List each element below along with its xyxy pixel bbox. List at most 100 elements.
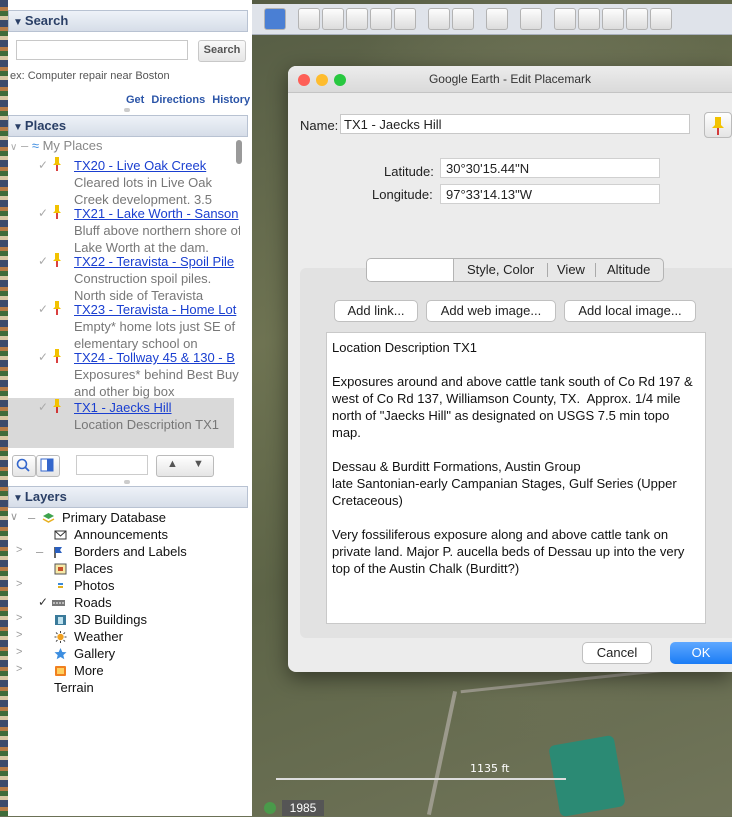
expand-triangle-icon[interactable]: > [16,544,22,556]
building-icon [55,615,66,625]
placemark-icon-button[interactable] [704,112,732,138]
move-up-down-buttons[interactable]: ▲ ▼ [156,455,214,477]
description-paragraph: Dessau & Burditt Formations, Austin Grou… [332,459,677,508]
placemark-title[interactable]: TX24 - Tollway 45 & 130 - B [74,350,235,365]
placemark-description: Construction spoil piles. North side of … [74,271,212,303]
tab-description[interactable] [367,259,454,281]
add-placemark-icon[interactable] [298,8,320,30]
latitude-field[interactable]: 30°30'15.44"N [440,158,660,178]
panel-resize-handle[interactable] [124,480,130,484]
tab-separator [595,263,596,277]
checkbox[interactable]: ✓ [38,158,48,172]
add-link-button[interactable]: Add link... [334,300,418,322]
placemark-title[interactable]: TX1 - Jaecks Hill [74,400,172,415]
panel-resize-handle[interactable] [124,108,130,112]
folder-icon: ≈ [31,138,39,153]
tab-altitude[interactable]: Altitude [607,262,650,277]
add-web-image-button[interactable]: Add web image... [426,300,556,322]
sidebar-toggle-icon[interactable] [264,8,286,30]
expand-triangle-icon[interactable]: > [16,646,22,658]
checkbox[interactable]: ✓ [38,400,48,414]
get-directions-link[interactable]: Get Directions [126,94,205,106]
expand-triangle-icon[interactable]: > [16,629,22,641]
search-panel-header[interactable]: ▼ Search [8,10,248,32]
sunlight-icon[interactable] [452,8,474,30]
expand-triangle-icon[interactable]: > [16,663,22,675]
checkbox-mixed-icon: – [20,138,29,153]
arrow-down-icon[interactable]: ▼ [193,458,204,470]
photos-icon [57,581,64,591]
edit-placemark-dialog: Google Earth - Edit Placemark Name: TX1 … [288,66,732,672]
latitude-label: Latitude: [384,164,434,179]
placemark-description: Empty* home lots just SE of elementary s… [74,319,236,351]
search-hint: ex: Computer repair near Boston [10,70,170,82]
save-image-icon[interactable] [602,8,624,30]
placemark-title[interactable]: TX23 - Teravista - Home Lot [74,302,236,317]
database-layers-icon [42,513,55,523]
split-view-icon[interactable] [36,455,60,477]
checkbox-mixed-icon[interactable]: – [36,544,43,559]
collapse-triangle-icon: ▼ [13,17,23,28]
planets-icon[interactable] [486,8,508,30]
email-icon[interactable] [554,8,576,30]
layers-panel-header[interactable]: ▼ Layers [8,486,248,508]
more-folder-icon [55,666,66,676]
historical-imagery-icon[interactable] [428,8,450,30]
tab-view[interactable]: View [557,262,585,277]
description-textarea[interactable]: Location Description TX1 Exposures aroun… [326,332,706,624]
checkbox[interactable]: ✓ [38,595,48,609]
record-tour-icon[interactable] [394,8,416,30]
globe-icon[interactable] [650,8,672,30]
search-input[interactable] [16,40,188,60]
checkbox-mixed-icon[interactable]: – [28,510,35,525]
placemark-description: Bluff above northern shore of Lake Worth… [74,223,240,255]
arrow-up-icon[interactable]: ▲ [167,458,178,470]
add-polygon-icon[interactable] [322,8,344,30]
main-toolbar [252,4,732,35]
add-overlay-icon[interactable] [370,8,392,30]
add-local-image-button[interactable]: Add local image... [564,300,696,322]
checkbox[interactable]: ✓ [38,350,48,364]
expand-triangle-icon[interactable]: > [16,612,22,624]
add-path-icon[interactable] [346,8,368,30]
search-links: Get Directions History [126,94,250,106]
window-edge-strip [0,0,8,816]
dialog-title: Google Earth - Edit Placemark [428,72,592,86]
longitude-field[interactable]: 97°33'14.13"W [440,184,660,204]
places-toolbar: ▲ ▼ [8,455,248,479]
places-layer-icon [54,563,67,575]
checkbox[interactable]: ✓ [38,206,48,220]
placemark-title[interactable]: TX22 - Teravista - Spoil Pile [74,254,234,269]
my-places-folder[interactable]: ∨ – ≈ My Places [10,138,103,153]
pushpin-icon [53,301,61,315]
view-in-maps-icon[interactable] [626,8,648,30]
places-panel-header[interactable]: ▼ Places [8,115,248,137]
weather-sun-icon [54,631,67,643]
cancel-button[interactable]: Cancel [582,642,652,664]
checkbox[interactable]: ✓ [38,254,48,268]
placemark-title[interactable]: TX21 - Lake Worth - Sanson [74,206,239,221]
scroll-thumb[interactable] [236,140,242,164]
print-icon[interactable] [578,8,600,30]
tab-style-color[interactable]: Style, Color [467,262,534,277]
dialog-titlebar[interactable]: Google Earth - Edit Placemark [288,66,732,93]
history-link[interactable]: History [212,94,250,106]
scale-bar [276,778,566,780]
ruler-icon[interactable] [520,8,542,30]
envelope-icon [54,530,67,540]
checkbox[interactable]: ✓ [38,302,48,316]
flag-icon [54,547,62,558]
historical-imagery-icon[interactable] [264,802,276,814]
name-field[interactable]: TX1 - Jaecks Hill [340,114,690,134]
placemark-title[interactable]: TX20 - Live Oak Creek [74,158,206,173]
expand-triangle-icon[interactable]: > [16,578,22,590]
tab-bar: Style, Color View Altitude [366,258,664,282]
search-places-icon[interactable] [12,455,36,477]
map-pond [548,734,626,817]
places-filter-input[interactable] [76,455,148,475]
expand-triangle-icon[interactable]: ∨ [10,510,18,523]
expand-triangle-icon: ∨ [10,142,18,153]
places-scrollbar[interactable] [236,140,242,450]
ok-button[interactable]: OK [670,642,732,664]
search-button[interactable]: Search [198,40,246,62]
